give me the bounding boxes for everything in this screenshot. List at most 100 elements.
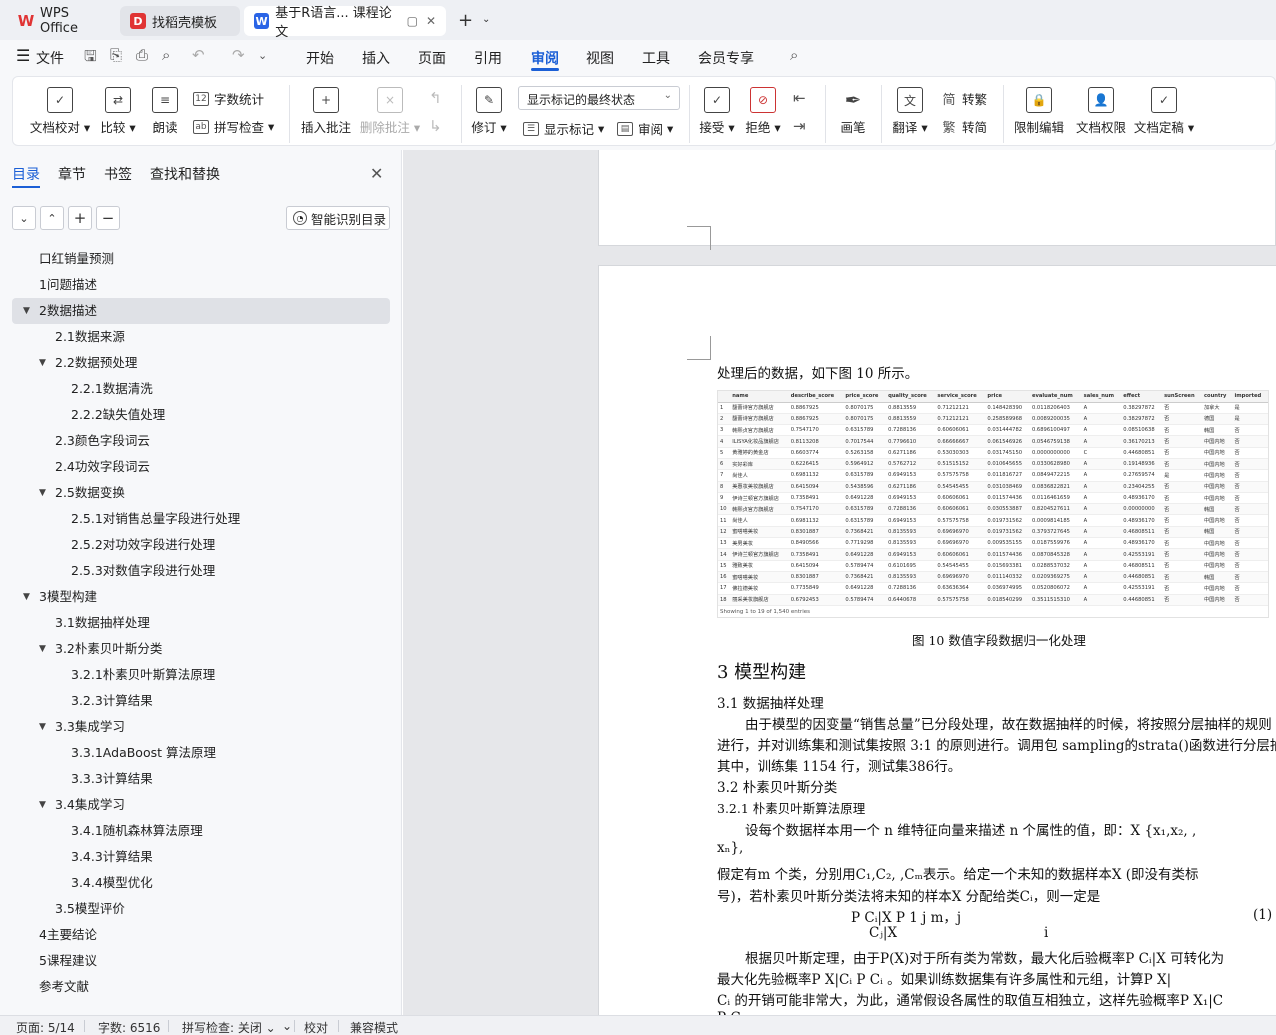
- to-traditional-button[interactable]: 简 转繁: [941, 89, 987, 108]
- spell-check-button[interactable]: ab 拼写检查 ▾: [193, 117, 274, 136]
- read-aloud-button[interactable]: ≡ 朗读: [147, 87, 183, 136]
- tab-review[interactable]: 审阅: [531, 48, 559, 68]
- tab-wps-office[interactable]: W WPS Office: [8, 6, 116, 36]
- export-icon[interactable]: ⎘: [110, 46, 122, 64]
- page-indicator[interactable]: 页面: 5/14: [16, 1019, 75, 1035]
- toc-item[interactable]: 2.2.2缺失值处理: [12, 402, 390, 428]
- panel-tab-chapters[interactable]: 章节: [58, 164, 86, 184]
- toc-item[interactable]: 2.5.3对数值字段进行处理: [12, 558, 390, 584]
- review-pane-button[interactable]: ▤ 审阅 ▾: [617, 119, 673, 138]
- toc-item[interactable]: 3.3.1AdaBoost 算法原理: [12, 740, 390, 766]
- toc-item[interactable]: 3.1数据抽样处理: [12, 610, 390, 636]
- document-area[interactable]: 处理后的数据，如下图 10 所示。 name describe_score pric…: [403, 150, 1276, 1015]
- tab-template-store[interactable]: D 找稻壳模板: [120, 6, 240, 36]
- remove-heading-button[interactable]: −: [96, 206, 120, 230]
- finalize-button[interactable]: ✓ 文档定稿 ▾: [1133, 87, 1195, 136]
- toc-item[interactable]: 4主要结论: [12, 922, 390, 948]
- compare-button[interactable]: ⇄ 比较 ▾: [97, 87, 139, 136]
- toc-item[interactable]: ▼ 3.4集成学习: [12, 792, 390, 818]
- redo-icon[interactable]: ↷: [232, 46, 245, 64]
- toc-item[interactable]: 3.4.4模型优化: [12, 870, 390, 896]
- tab-document[interactable]: W 基于R语言... 课程论文 ▢ ✕: [244, 6, 446, 40]
- brush-button[interactable]: ✒ 画笔: [835, 87, 871, 136]
- next-change-icon[interactable]: ⇥: [793, 117, 806, 135]
- show-markup-button[interactable]: ☰ 显示标记 ▾: [523, 119, 604, 138]
- toc-item[interactable]: 2.1数据来源: [12, 324, 390, 350]
- previous-change-icon[interactable]: ⇤: [793, 89, 806, 107]
- more-quick-actions-icon[interactable]: ⌄: [258, 49, 267, 62]
- collapse-arrow-icon[interactable]: ▼: [23, 298, 30, 324]
- toc-item[interactable]: 2.2.1数据清洗: [12, 376, 390, 402]
- insert-comment-button[interactable]: + 插入批注: [299, 87, 353, 136]
- collapse-arrow-icon[interactable]: ▼: [23, 584, 30, 610]
- next-comment-icon[interactable]: ↳: [429, 117, 442, 135]
- translate-button[interactable]: 文 翻译 ▾: [889, 87, 931, 136]
- toc-item[interactable]: ▼ 3模型构建: [12, 584, 390, 610]
- accept-button[interactable]: ✓ 接受 ▾: [697, 87, 737, 136]
- toc-item[interactable]: 1问题描述: [12, 272, 390, 298]
- tab-view[interactable]: 视图: [586, 48, 614, 68]
- collapse-up-button[interactable]: ⌃: [40, 206, 64, 230]
- toc-item[interactable]: ▼ 2.2数据预处理: [12, 350, 390, 376]
- toc-item[interactable]: 参考文献: [12, 974, 390, 1000]
- word-count-indicator[interactable]: 字数: 6516: [98, 1019, 160, 1035]
- tab-home[interactable]: 开始: [306, 48, 334, 68]
- toc-item[interactable]: ▼ 2.5数据变换: [12, 480, 390, 506]
- toc-item[interactable]: 2.5.1对销售总量字段进行处理: [12, 506, 390, 532]
- toc-item[interactable]: 2.3颜色字段词云: [12, 428, 390, 454]
- current-page[interactable]: 处理后的数据，如下图 10 所示。 name describe_score pric…: [598, 265, 1276, 1015]
- toc-item[interactable]: ▼ 3.3集成学习: [12, 714, 390, 740]
- panel-tab-bookmarks[interactable]: 书签: [104, 164, 132, 184]
- toc-item[interactable]: 3.3.3计算结果: [12, 766, 390, 792]
- reject-button[interactable]: ⊘ 拒绝 ▾: [743, 87, 783, 136]
- toc-item[interactable]: 3.2.3计算结果: [12, 688, 390, 714]
- tab-member[interactable]: 会员专享: [698, 48, 754, 68]
- collapse-arrow-icon[interactable]: ▼: [39, 480, 46, 506]
- tab-tools[interactable]: 工具: [642, 48, 670, 68]
- close-icon[interactable]: ✕: [370, 164, 383, 183]
- toc-item[interactable]: ▼ 3.2朴素贝叶斯分类: [12, 636, 390, 662]
- collapse-arrow-icon[interactable]: ▼: [39, 714, 46, 740]
- markup-state-select[interactable]: 显示标记的最终状态 ⌄: [518, 86, 680, 110]
- toc-item[interactable]: 2.5.2对功效字段进行处理: [12, 532, 390, 558]
- smart-toc-button[interactable]: ◔ 智能识别目录: [286, 206, 390, 230]
- toc-item[interactable]: 3.4.1随机森林算法原理: [12, 818, 390, 844]
- window-icon[interactable]: ▢: [407, 14, 418, 28]
- print-icon[interactable]: ⎙: [136, 46, 148, 64]
- panel-tab-find-replace[interactable]: 查找和替换: [150, 164, 220, 184]
- toc-item[interactable]: 3.5模型评价: [12, 896, 390, 922]
- add-heading-button[interactable]: +: [68, 206, 92, 230]
- toc-item[interactable]: ▼ 2数据描述: [12, 298, 390, 324]
- tab-page[interactable]: 页面: [418, 48, 446, 68]
- proof-indicator[interactable]: 校对: [304, 1019, 328, 1035]
- print-preview-icon[interactable]: ⌕: [162, 46, 170, 64]
- toc-item[interactable]: 3.2.1朴素贝叶斯算法原理: [12, 662, 390, 688]
- toc-item[interactable]: 2.4功效字段词云: [12, 454, 390, 480]
- previous-comment-icon[interactable]: ↰: [429, 89, 442, 107]
- save-icon[interactable]: 🖫: [84, 46, 97, 71]
- collapse-arrow-icon[interactable]: ▼: [39, 792, 46, 818]
- word-count-button[interactable]: 12 字数统计: [193, 89, 264, 108]
- expand-down-button[interactable]: ⌄: [12, 206, 36, 230]
- delete-comment-button[interactable]: × 删除批注 ▾: [359, 87, 421, 136]
- panel-tab-toc[interactable]: 目录: [12, 164, 40, 184]
- toc-item[interactable]: 口红销量预测: [12, 246, 390, 272]
- tab-insert[interactable]: 插入: [362, 48, 390, 68]
- chevron-down-icon[interactable]: ⌄: [282, 1019, 292, 1033]
- to-simplified-button[interactable]: 繁 转简: [941, 117, 987, 136]
- menu-file[interactable]: 文件: [36, 48, 64, 68]
- collapse-arrow-icon[interactable]: ▼: [39, 350, 46, 376]
- revise-button[interactable]: ✎ 修订 ▾: [469, 87, 509, 136]
- doc-rights-button[interactable]: 👤 文档权限: [1073, 87, 1129, 136]
- undo-icon[interactable]: ↶: [192, 46, 205, 64]
- chevron-down-icon[interactable]: ⌄: [482, 14, 490, 25]
- close-tab-icon[interactable]: ✕: [426, 14, 436, 28]
- tab-references[interactable]: 引用: [474, 48, 502, 68]
- collapse-arrow-icon[interactable]: ▼: [39, 636, 46, 662]
- restrict-edit-button[interactable]: 🔒 限制编辑: [1011, 87, 1067, 136]
- spell-check-indicator[interactable]: 拼写检查: 关闭 ⌄: [182, 1019, 276, 1035]
- toc-item[interactable]: 5课程建议: [12, 948, 390, 974]
- toc-item[interactable]: 3.4.3计算结果: [12, 844, 390, 870]
- proofread-button[interactable]: ✓ 文档校对 ▾: [29, 87, 91, 136]
- search-icon[interactable]: ⌕: [790, 46, 798, 64]
